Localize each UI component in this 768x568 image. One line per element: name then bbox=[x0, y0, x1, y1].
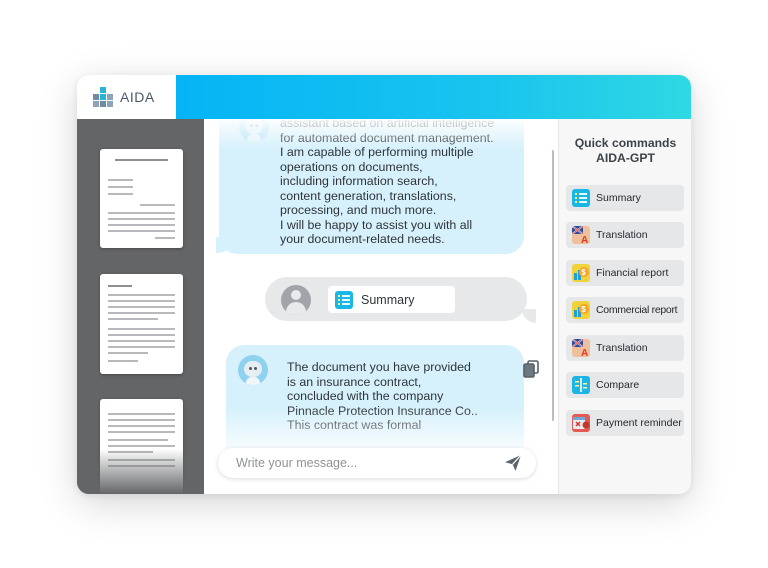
bubble-tail bbox=[522, 309, 536, 323]
chat-panel: assistant based on artificial intelligen… bbox=[204, 119, 558, 494]
quick-command-label: Summary bbox=[596, 192, 641, 204]
summary-command-chip: Summary bbox=[328, 286, 455, 313]
app-name: AIDA bbox=[120, 89, 155, 105]
summary-chip-label: Summary bbox=[361, 292, 415, 307]
payment-reminder-icon bbox=[572, 414, 590, 432]
quick-command-label: Translation bbox=[596, 229, 648, 241]
bot-avatar-icon bbox=[239, 119, 269, 142]
quick-command-label: Compare bbox=[596, 379, 640, 391]
ai-message-bubble: assistant based on artificial intelligen… bbox=[219, 119, 524, 254]
dollar-chart-icon: $ bbox=[572, 301, 590, 319]
translation-flags-icon: A bbox=[572, 339, 590, 357]
quick-command-label: Payment reminder bbox=[596, 417, 682, 429]
quick-command-compare[interactable]: Compare bbox=[566, 372, 684, 398]
quick-commands-panel: Quick commands AIDA-GPT Summary A Transl… bbox=[558, 119, 691, 494]
quick-commands-title: Quick commands AIDA-GPT bbox=[574, 136, 677, 165]
document-thumbnail[interactable] bbox=[100, 149, 183, 248]
summary-list-icon bbox=[572, 189, 590, 207]
document-sidebar bbox=[77, 119, 204, 494]
header-bar: AIDA bbox=[77, 75, 691, 119]
quick-command-summary[interactable]: Summary bbox=[566, 185, 684, 211]
message-composer bbox=[218, 448, 536, 478]
app-window: AIDA assistant based on artificial intel… bbox=[77, 75, 691, 494]
ai-message-text: The document you have provided is an ins… bbox=[287, 360, 478, 432]
quick-command-translation[interactable]: A Translation bbox=[566, 335, 684, 361]
summary-list-icon bbox=[335, 290, 353, 309]
compare-icon bbox=[572, 376, 590, 394]
quick-command-payment-reminder[interactable]: Payment reminder bbox=[566, 410, 684, 436]
svg-text:A: A bbox=[581, 235, 588, 244]
send-icon[interactable] bbox=[504, 454, 522, 472]
logo: AIDA bbox=[77, 75, 176, 119]
svg-text:A: A bbox=[581, 348, 588, 357]
quick-command-label: Translation bbox=[596, 342, 648, 354]
aida-logo-icon bbox=[93, 87, 113, 107]
document-thumbnail[interactable] bbox=[100, 274, 183, 374]
ai-message-text: assistant based on artificial intelligen… bbox=[280, 119, 495, 246]
quick-command-financial-report[interactable]: $ Financial report bbox=[566, 260, 684, 286]
quick-command-label: Financial report bbox=[596, 267, 669, 279]
header-gradient bbox=[176, 75, 691, 119]
svg-text:$: $ bbox=[581, 305, 586, 314]
user-message-bubble: Summary bbox=[265, 277, 527, 321]
translation-flags-icon: A bbox=[572, 226, 590, 244]
message-input[interactable] bbox=[236, 448, 486, 478]
copy-icon[interactable] bbox=[523, 360, 539, 378]
user-avatar-icon bbox=[281, 285, 311, 315]
chat-scrollbar[interactable] bbox=[551, 119, 555, 494]
dollar-chart-icon: $ bbox=[572, 264, 590, 282]
bot-avatar-icon bbox=[238, 355, 268, 385]
svg-text:$: $ bbox=[581, 268, 586, 277]
ai-message-bubble: The document you have provided is an ins… bbox=[226, 345, 539, 465]
quick-command-label: Commercial report bbox=[596, 304, 678, 316]
scrollbar-thumb[interactable] bbox=[552, 150, 554, 421]
quick-command-commercial-report[interactable]: $ Commercial report bbox=[566, 297, 684, 323]
sidebar-fade bbox=[77, 449, 204, 494]
quick-command-translation[interactable]: A Translation bbox=[566, 222, 684, 248]
